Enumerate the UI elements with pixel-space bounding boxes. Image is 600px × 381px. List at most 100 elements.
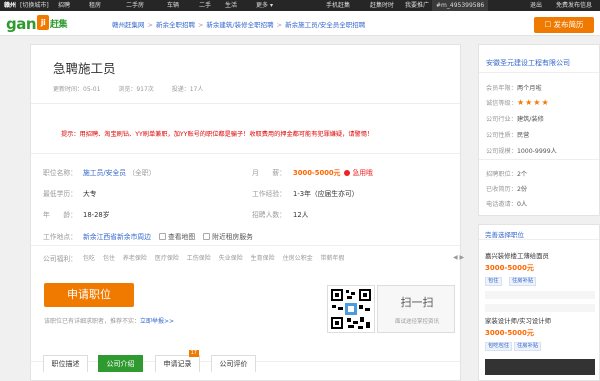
report-link[interactable]: 立即举报>> [140, 318, 174, 325]
scan-subtitle: 面试途径掌控资讯 [394, 319, 439, 325]
updated-time: 更新时间：05-01 [53, 86, 101, 93]
site-logo[interactable]: gan ji 赶集 [6, 15, 68, 33]
logo-cn: 赶集 [50, 20, 68, 30]
hot-label: 急用哦 [352, 169, 373, 177]
size-label: 公司规模： [486, 148, 517, 155]
breadcrumb-item[interactable]: 赣州赶集网 [112, 21, 145, 29]
free-publish-link[interactable]: 免费发布信息 [556, 0, 592, 11]
breadcrumb-item[interactable]: 新余施工员/安全员全职招聘 [285, 21, 365, 29]
tab-company-review[interactable]: 公司评价 [211, 355, 256, 372]
salary-amount: 3000-5000元 [293, 169, 341, 177]
company-name-link[interactable]: 安徽圣元建设工程有限公司 [486, 58, 570, 68]
breadcrumb: 赣州赶集网 > 新余全职招聘 > 新余建筑/装修全职招聘 > 新余施工员/安全员全职招聘 [112, 21, 366, 29]
apply-note-text: 该职位已有详细求职者，推荐不实： [44, 318, 141, 325]
similar-jobs-header: 完善选择职位 [485, 231, 524, 239]
industry-value[interactable]: 建筑/装修 [517, 116, 544, 123]
member-years-row: 会员年限：两个月啦 [486, 83, 542, 92]
jobs-label: 招聘职位： [486, 171, 517, 178]
tab-application-records[interactable]: 申请记录 17 [155, 350, 200, 372]
scan-title: 扫一扫 [400, 296, 434, 309]
similar-job-tag: 包住 [485, 277, 502, 286]
size-value: 1000-9999人 [516, 148, 557, 155]
site-header: gan ji 赶集 赣州赶集网 > 新余全职招聘 > 新余建筑/装修全职招聘 > 新余施工员/安… [0, 11, 600, 36]
nearby-rent-link[interactable]: 附近租房服务 [212, 233, 253, 241]
publish-resume-label: 发布简历 [553, 20, 584, 29]
salary-label: 月 薪： [252, 169, 286, 177]
logo-mark: ji [37, 15, 50, 30]
welfare-tag: 带薪年假 [320, 255, 345, 262]
view-map-link[interactable]: 查看地图 [168, 233, 195, 241]
similar-job-salary: 3000-5000元 [485, 329, 534, 337]
reply-row: 电话邀请：0人 [486, 199, 527, 208]
switch-city-link[interactable]: [切换城市] [20, 0, 49, 11]
hot-icon [344, 170, 351, 176]
headcount-value: 12人 [293, 211, 309, 219]
nav-vehicle[interactable]: 车辆 [167, 0, 179, 11]
breadcrumb-item[interactable]: 新余全职招聘 [156, 21, 195, 29]
promo-link[interactable]: 我要推广 [405, 0, 429, 11]
divider [31, 245, 460, 246]
nav-more[interactable]: 更多 [256, 0, 268, 11]
similar-job-tag: 住房补贴 [514, 342, 542, 351]
headcount-label: 招聘人数： [252, 211, 286, 219]
scan-panel: 扫一扫 面试途径掌控资讯 [377, 285, 455, 333]
tab-bar: 职位描述 公司介绍 申请记录 17 公司评价 [31, 350, 460, 372]
welfare-tag: 失业保险 [218, 255, 243, 262]
nav-life[interactable]: 生活 [225, 0, 237, 11]
experience-label: 工作经验： [252, 190, 286, 198]
view-count: 浏览：917次 [118, 86, 154, 93]
similar-job-salary: 3000-5000元 [485, 264, 534, 272]
applicant-count: 投递：17人 [171, 86, 204, 93]
rating-label: 诚信等级： [486, 100, 517, 107]
position-label: 职位名称： [43, 169, 77, 177]
sidebar: 安徽圣元建设工程有限公司 会员年限：两个月啦 诚信等级：★★★★ 公司行业：建筑… [478, 44, 600, 381]
welfare-scroll-arrows[interactable]: ◀ ▶ [453, 254, 464, 261]
similar-job-title[interactable]: 嘉兴装修楼工薄给面员 [485, 251, 549, 260]
welfare-tag: 医疗保险 [154, 255, 179, 262]
apply-job-button[interactable]: 申请职位 [44, 283, 134, 307]
tab-job-description[interactable]: 职位描述 [43, 355, 88, 372]
breadcrumb-item[interactable]: 新余建筑/装修全职招聘 [206, 21, 273, 29]
location-link[interactable]: 新余江西省新余市周边 [83, 233, 151, 241]
location-value: 新余江西省新余市周边 查看地图 附近租房服务 [83, 231, 253, 241]
qr-code-image [327, 285, 375, 333]
map-icon [158, 233, 166, 240]
nav-recruit[interactable]: 招聘 [58, 0, 70, 11]
timely-link[interactable]: 赶集时时 [370, 0, 394, 11]
logout-link[interactable]: 退出 [530, 0, 542, 11]
publish-icon: ☐ [544, 20, 554, 29]
position-link[interactable]: 施工员/安全员 [83, 169, 126, 177]
apply-note: 该职位已有详细求职者，推荐不实：立即举报>> [44, 316, 174, 325]
size-row: 公司规模：1000-9999人 [486, 146, 557, 155]
nature-value[interactable]: 民营 [517, 132, 529, 139]
industry-row: 公司行业：建筑/装修 [486, 114, 544, 123]
welfare-tag: 包吃 [83, 255, 96, 262]
house-icon [203, 233, 211, 240]
user-account[interactable]: #m_495399586 [432, 0, 489, 11]
welfare-tag: 工伤保险 [186, 255, 211, 262]
city-name: 赣州 [4, 2, 17, 9]
welfare-tag: 养老保险 [122, 255, 147, 262]
education-label: 最低学历： [43, 190, 77, 198]
divider [31, 153, 460, 154]
promo-image[interactable] [485, 359, 595, 375]
publish-resume-button[interactable]: ☐ 发布简历 [534, 17, 594, 33]
age-value: 18-28岁 [83, 211, 110, 219]
nav-secondhand[interactable]: 二手 [199, 0, 211, 11]
mobile-link[interactable]: 手机赶集 [326, 0, 350, 11]
member-years-value: 两个月啦 [516, 85, 542, 92]
rating-row: 诚信等级：★★★★ [486, 98, 550, 107]
welfare-list: 包吃 包住 养老保险 医疗保险 工伤保险 失业保险 生育保险 住房公积金 带薪年… [83, 253, 345, 262]
similar-job-title[interactable]: 家装设计师/实习设计师 [485, 316, 551, 325]
nature-row: 公司性质：民营 [486, 130, 529, 139]
welfare-label: 公司福利： [43, 255, 77, 263]
nav-house[interactable]: 二手房 [126, 0, 144, 11]
nav-rent[interactable]: 租房 [89, 0, 101, 11]
experience-value: 1-3年（应届生亦可） [293, 190, 359, 198]
salary-value: 3000-5000元 急用哦 [293, 167, 373, 177]
scam-warning: 提示：用招聘、淘宝刷钻、YY刷单兼职，加YY账号的职位都是骗子！收取费用的押金都… [61, 131, 374, 138]
chevron-down-icon: ▾ [270, 2, 274, 9]
tab-company-intro[interactable]: 公司介绍 [98, 355, 143, 372]
divider [479, 72, 599, 73]
star-rating-icon: ★★★★ [516, 98, 550, 107]
